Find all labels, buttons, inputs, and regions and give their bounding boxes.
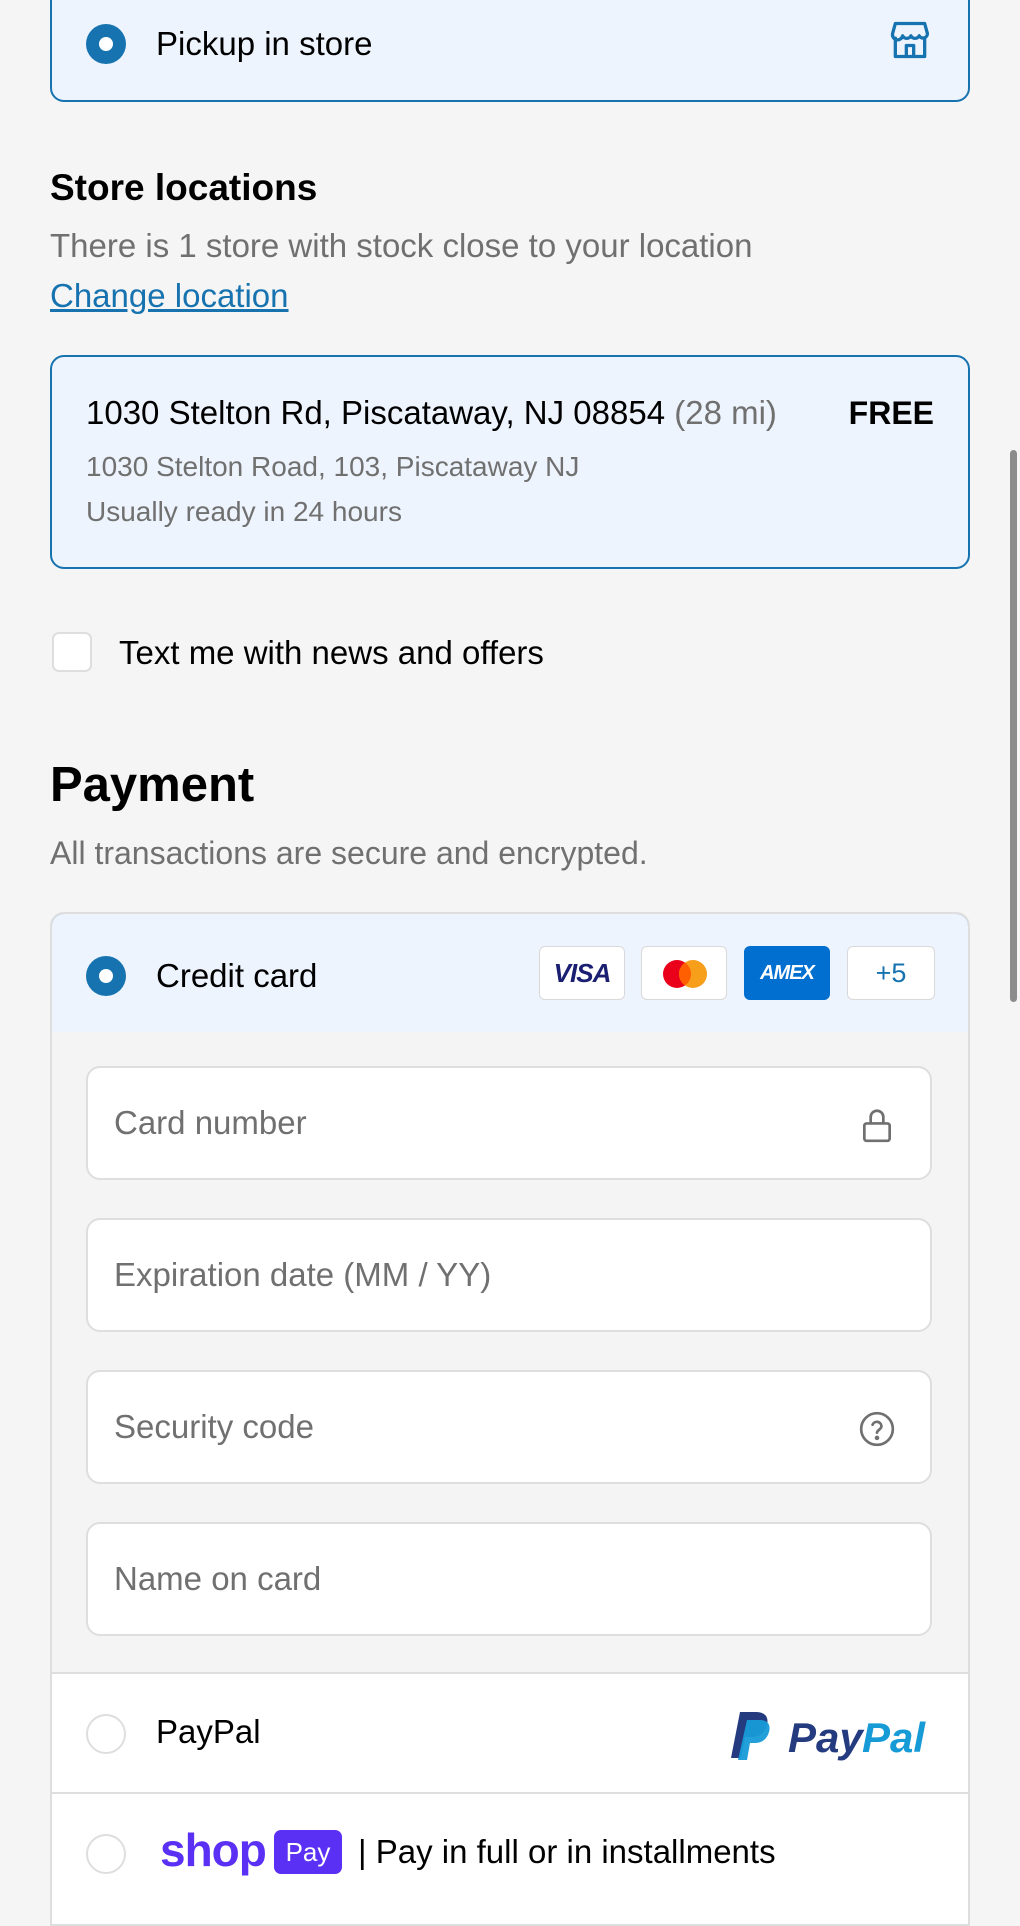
paypal-logo-text: Pay (788, 1714, 865, 1761)
payment-subtitle: All transactions are secure and encrypte… (50, 835, 648, 871)
security-code-input[interactable] (114, 1372, 854, 1482)
amex-icon: AMEX (744, 946, 830, 1000)
shop-pay-label: | Pay in full or in installments (358, 1833, 776, 1870)
store-ready-time: Usually ready in 24 hours (86, 496, 402, 527)
paypal-option[interactable]: PayPal Pay Pal (52, 1674, 968, 1794)
store-address: 1030 Stelton Road, 103, Piscataway NJ (86, 451, 580, 482)
lock-icon (862, 1109, 892, 1143)
paypal-logo-icon: Pay Pal (731, 1712, 926, 1761)
payment-methods: Credit card VISA AMEX +5 Card number Exp… (50, 912, 970, 1926)
card-number-field[interactable] (86, 1066, 932, 1180)
store-name-text: 1030 Stelton Rd, Piscataway, NJ 08854 (86, 394, 666, 431)
credit-card-form (52, 1032, 968, 1674)
store-price: FREE (848, 395, 934, 431)
sms-offers-label[interactable]: Text me with news and offers (119, 633, 544, 673)
shop-pay-badge: Pay (274, 1830, 342, 1874)
visa-icon: VISA (539, 946, 625, 1000)
name-on-card-field[interactable] (86, 1522, 932, 1636)
sms-offers-checkbox[interactable] (52, 632, 92, 672)
expiration-date-input[interactable] (114, 1220, 854, 1330)
change-location-link[interactable]: Change location (50, 275, 289, 317)
scrollbar[interactable] (1010, 450, 1017, 1002)
name-on-card-input[interactable] (114, 1524, 854, 1634)
store-name: 1030 Stelton Rd, Piscataway, NJ 08854 (2… (86, 393, 777, 433)
shop-pay-radio[interactable] (86, 1834, 126, 1874)
mastercard-icon (641, 946, 727, 1000)
more-cards-badge: +5 (847, 946, 935, 1000)
store-distance: (28 mi) (674, 394, 777, 431)
mastercard-logo (663, 960, 707, 988)
payment-title: Payment (50, 758, 255, 812)
credit-card-label: Credit card (156, 957, 318, 994)
store-locations-subtitle: There is 1 store with stock close to you… (50, 227, 753, 264)
store-icon (890, 21, 930, 59)
paypal-label: PayPal (156, 1713, 261, 1750)
paypal-radio[interactable] (86, 1714, 126, 1754)
help-circle-icon[interactable] (858, 1409, 896, 1449)
security-code-field[interactable] (86, 1370, 932, 1484)
expiration-date-field[interactable] (86, 1218, 932, 1332)
card-number-input[interactable] (114, 1068, 854, 1178)
credit-card-radio[interactable] (86, 956, 126, 996)
shop-pay-option[interactable]: shop Pay | Pay in full or in installment… (52, 1794, 968, 1912)
visa-text: VISA (553, 958, 612, 988)
pickup-label: Pickup in store (156, 25, 373, 62)
pickup-option[interactable]: Pickup in store (50, 0, 970, 102)
store-locations-title: Store locations (50, 167, 318, 208)
paypal-logo-text-2: Pal (862, 1714, 926, 1761)
pickup-radio[interactable] (86, 24, 126, 64)
shop-pay-wordmark: shop (160, 1824, 267, 1876)
credit-card-option[interactable]: Credit card VISA AMEX +5 (52, 914, 968, 1036)
store-option[interactable]: 1030 Stelton Rd, Piscataway, NJ 08854 (2… (50, 355, 970, 569)
amex-text: AMEX (760, 962, 815, 984)
